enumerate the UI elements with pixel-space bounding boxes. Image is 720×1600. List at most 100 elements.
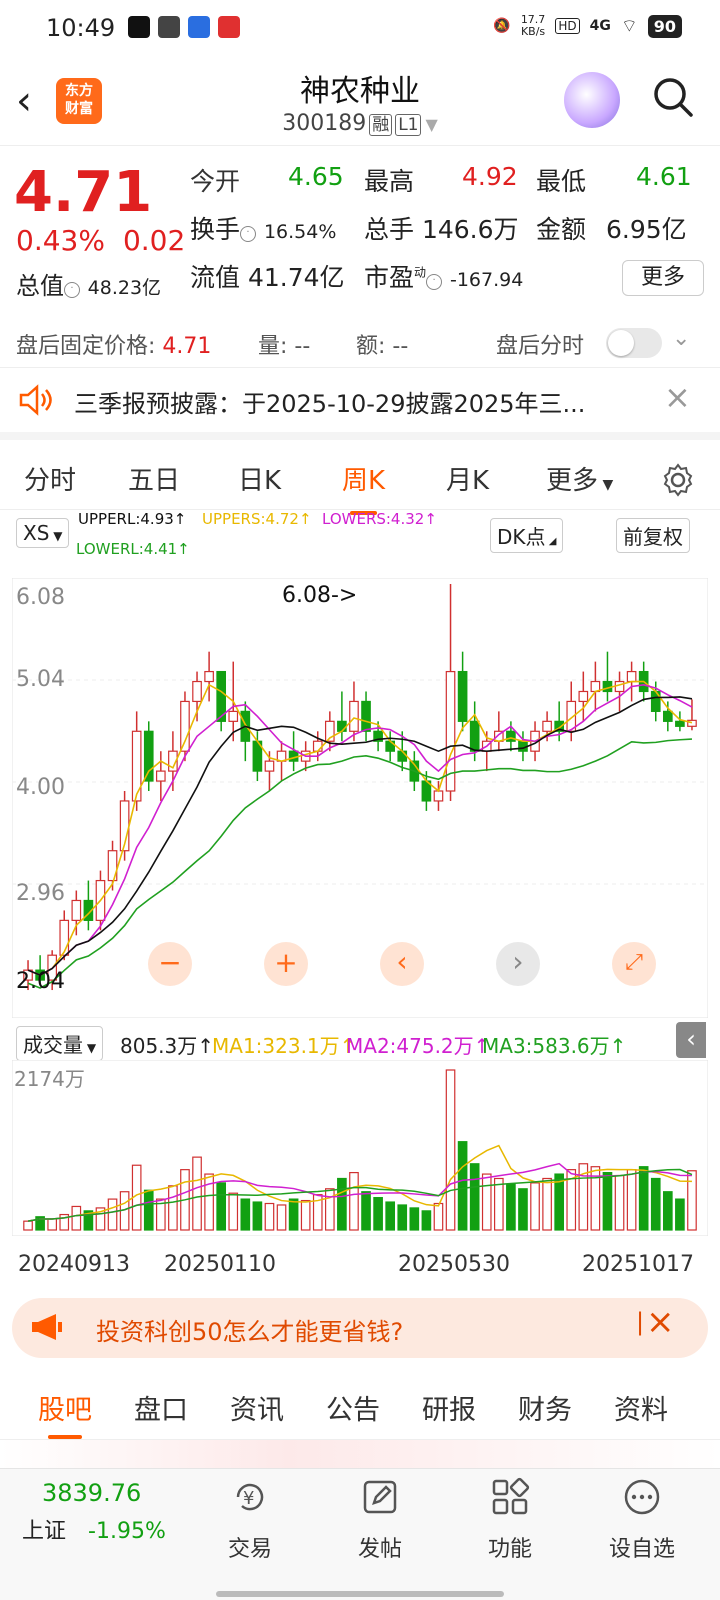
indicator-select[interactable]: XS ▼ bbox=[16, 518, 70, 548]
volume-bar bbox=[47, 1218, 58, 1231]
candle bbox=[506, 730, 516, 742]
period-tabs: 分时 五日 日K 周K 月K 更多 ▼ bbox=[0, 446, 720, 515]
nav-trade[interactable]: ¥ 交易 bbox=[200, 1477, 300, 1563]
tab-weekly-k[interactable]: 周K bbox=[342, 460, 385, 515]
volume-bar bbox=[373, 1197, 383, 1231]
candle bbox=[131, 730, 142, 802]
candle bbox=[228, 710, 239, 722]
nav-functions[interactable]: 功能 bbox=[460, 1477, 560, 1563]
status-bar: 10:49 🔕 17.7 KB/s HD 4G ⌔ 90 bbox=[0, 0, 720, 56]
volume-chart[interactable]: 2174万 bbox=[11, 1059, 709, 1250]
zoom-in-button[interactable]: + bbox=[264, 942, 308, 986]
info-icon: · bbox=[426, 274, 443, 290]
more-button[interactable]: 更多 bbox=[622, 260, 704, 296]
search-icon[interactable] bbox=[652, 76, 694, 118]
net-speed: 17.7 KB/s bbox=[520, 13, 546, 38]
vol-ma1: MA1:323.1万↑ bbox=[212, 1034, 357, 1058]
wifi-icon: ⌔ bbox=[620, 15, 638, 37]
zoom-out-button[interactable]: − bbox=[148, 942, 192, 986]
edit-icon bbox=[363, 1480, 397, 1514]
candle bbox=[469, 720, 480, 752]
collapse-panel-button[interactable]: ‹ bbox=[676, 1022, 706, 1058]
yen-refresh-icon: ¥ bbox=[236, 1483, 264, 1511]
assistant-robot-icon[interactable] bbox=[564, 72, 620, 128]
nav-post[interactable]: 发帖 bbox=[330, 1477, 430, 1563]
kline-svg: 6.08 5.04 4.00 2.96 6.08-> 2.04 bbox=[11, 577, 709, 1019]
kline-chart[interactable]: 6.08 5.04 4.00 2.96 6.08-> 2.04 − + ‹ › … bbox=[11, 577, 709, 1019]
tab-intraday[interactable]: 分时 bbox=[24, 460, 76, 497]
home-indicator bbox=[216, 1591, 504, 1597]
volume-bar bbox=[71, 1205, 82, 1231]
volume-bar bbox=[518, 1188, 528, 1231]
y-tick-5: 5.04 bbox=[16, 667, 65, 692]
scroll-left-button[interactable]: ‹ bbox=[380, 942, 424, 986]
tab-pankou[interactable]: 盘口 bbox=[134, 1388, 188, 1427]
mute-icon: 🔕 bbox=[493, 18, 511, 34]
uppers-value: UPPERS:4.72↑ bbox=[202, 510, 312, 528]
vol-ma2: MA2:475.2万↑ bbox=[346, 1034, 491, 1058]
volume-bar bbox=[602, 1171, 613, 1231]
lowerl-value: LOWERL:4.41↑ bbox=[76, 540, 190, 558]
promo-banner[interactable]: 投资科创50怎么才能更省钱? | × bbox=[12, 1298, 708, 1358]
caret-down-icon: ▼ bbox=[425, 115, 438, 134]
amount: 金额 6.95亿 bbox=[536, 215, 687, 244]
volume-bar bbox=[361, 1191, 371, 1231]
low-annotation: 2.04 bbox=[16, 969, 65, 994]
volume-bar bbox=[662, 1191, 673, 1231]
volume-bar bbox=[349, 1171, 359, 1231]
candle bbox=[457, 670, 468, 722]
tab-profile[interactable]: 资料 bbox=[614, 1388, 668, 1427]
volume-bar bbox=[409, 1207, 420, 1231]
volume-bar bbox=[687, 1170, 697, 1231]
after-hours-price: 盘后固定价格: 4.71 bbox=[16, 334, 212, 359]
level-tag: L1 bbox=[395, 114, 422, 136]
close-icon[interactable]: × bbox=[664, 378, 691, 416]
volume-svg: 2174万 bbox=[11, 1059, 709, 1237]
volume-bar bbox=[638, 1166, 649, 1231]
content-peek bbox=[0, 1440, 720, 1468]
tab-guba[interactable]: 股吧 bbox=[38, 1388, 92, 1439]
close-icon[interactable]: × bbox=[646, 1302, 675, 1342]
candle bbox=[312, 740, 323, 752]
battery-icon: 90 bbox=[647, 14, 682, 38]
indicator-row: XS ▼ UPPERL:4.93↑ UPPERS:4.72↑ LOWERS:4.… bbox=[0, 510, 720, 578]
grid-icon bbox=[492, 1477, 530, 1515]
volume-bar bbox=[626, 1169, 637, 1231]
after-hours-toggle[interactable] bbox=[606, 328, 662, 358]
tab-announcements[interactable]: 公告 bbox=[326, 1388, 380, 1427]
fullscreen-button[interactable]: ⤢ bbox=[612, 942, 656, 986]
date-axis: 20240913 20250110 20250530 20251017 bbox=[12, 1240, 708, 1280]
nav-add-watchlist[interactable]: 设自选 bbox=[592, 1477, 692, 1563]
high-value: 4.92 bbox=[462, 162, 518, 191]
date-tick: 20250110 bbox=[164, 1252, 276, 1277]
status-right: 🔕 17.7 KB/s HD 4G ⌔ 90 bbox=[493, 14, 682, 38]
gear-icon[interactable] bbox=[660, 462, 696, 498]
tab-research[interactable]: 研报 bbox=[422, 1388, 476, 1427]
divider: | bbox=[636, 1308, 645, 1336]
candle bbox=[614, 680, 625, 693]
open-value: 4.65 bbox=[288, 162, 344, 191]
tab-more[interactable]: 更多 ▼ bbox=[546, 460, 613, 497]
dk-point-select[interactable]: DK点 ◢ bbox=[490, 518, 564, 553]
quote-panel: 4.71 0.43% 0.02 总值 · 48.23亿 今开 4.65 最高 4.9… bbox=[0, 148, 720, 316]
candle bbox=[662, 710, 673, 722]
index-ticker[interactable]: 3839.76 上证 -1.95% bbox=[22, 1479, 182, 1545]
tab-news[interactable]: 资讯 bbox=[230, 1388, 284, 1427]
tab-finance[interactable]: 财务 bbox=[518, 1388, 572, 1427]
promo-text: 投资科创50怎么才能更省钱? bbox=[96, 1318, 404, 1346]
notice-text: 三季报预披露：于2025-10-29披露2025年三... bbox=[74, 390, 586, 418]
scroll-right-button[interactable]: › bbox=[496, 942, 540, 986]
open-price: 今开 bbox=[190, 167, 241, 196]
notice-bar[interactable]: 三季报预披露：于2025-10-29披露2025年三... × bbox=[0, 370, 720, 440]
margin-tag: 融 bbox=[369, 114, 393, 136]
tab-5day[interactable]: 五日 bbox=[128, 460, 180, 497]
adjust-select[interactable]: 前复权 bbox=[616, 518, 690, 553]
volume-bar bbox=[264, 1202, 275, 1231]
vol-ma3: MA3:583.6万↑ bbox=[482, 1034, 627, 1058]
tab-daily-k[interactable]: 日K bbox=[238, 460, 281, 497]
chevron-down-icon[interactable]: ⌄ bbox=[672, 326, 690, 351]
signal-icon: 4G bbox=[589, 18, 611, 34]
volume-bar bbox=[469, 1163, 480, 1231]
volume-select[interactable]: 成交量 ▼ bbox=[16, 1026, 104, 1061]
tab-monthly-k[interactable]: 月K bbox=[446, 460, 489, 497]
